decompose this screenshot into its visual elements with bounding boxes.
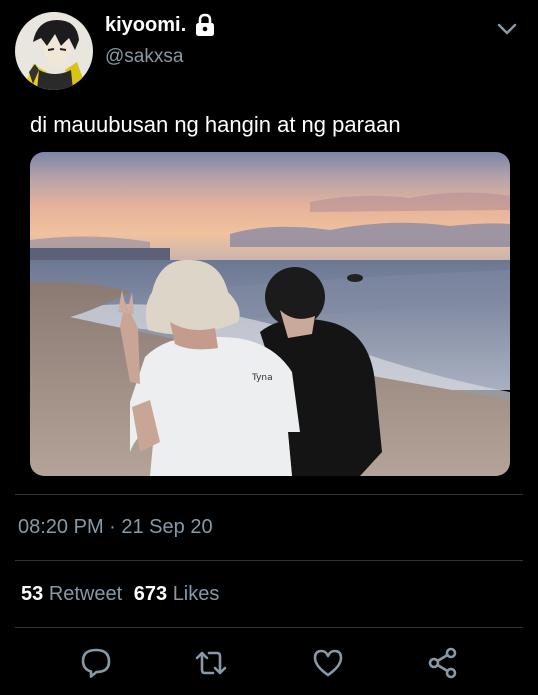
share-button[interactable] [426, 646, 460, 680]
beach-photo-image: Tyna [30, 152, 510, 476]
display-name[interactable]: kiyoomi. [105, 13, 216, 37]
likes-count: 673 [133, 583, 168, 605]
avatar-image [15, 12, 93, 90]
divider [15, 627, 523, 628]
tweet-timestamp[interactable]: 08:20 PM · 21 Sep 20 [18, 516, 213, 539]
tweet: kiyoomi. @sakxsa di mauubusan ng hangin … [0, 0, 538, 695]
retweets-label: Retweet [48, 583, 123, 605]
retweets-count: 53 [21, 583, 44, 605]
speech-bubble-icon [81, 648, 111, 678]
divider [15, 560, 523, 561]
tweet-photo[interactable]: Tyna [30, 152, 510, 476]
user-handle[interactable]: @sakxsa [105, 46, 183, 68]
retweets-stat[interactable]: 53 Retweet [21, 583, 128, 605]
tweet-text: di mauubusan ng hangin at ng paraan [30, 112, 401, 137]
share-icon [428, 647, 457, 679]
likes-stat[interactable]: 673 Likes [134, 583, 220, 605]
chevron-down-icon[interactable] [494, 16, 520, 42]
lock-icon [194, 13, 216, 37]
svg-text:Tyna: Tyna [251, 373, 273, 383]
retweet-button[interactable] [194, 646, 228, 680]
divider [15, 494, 523, 495]
heart-icon [313, 649, 343, 677]
tweet-stats: 53 Retweet 673 Likes [21, 583, 219, 606]
retweet-arrows-icon [195, 651, 227, 675]
reply-button[interactable] [79, 646, 113, 680]
like-button[interactable] [311, 646, 345, 680]
avatar[interactable] [15, 12, 93, 90]
display-name-text: kiyoomi. [105, 13, 187, 36]
likes-label: Likes [172, 583, 220, 605]
